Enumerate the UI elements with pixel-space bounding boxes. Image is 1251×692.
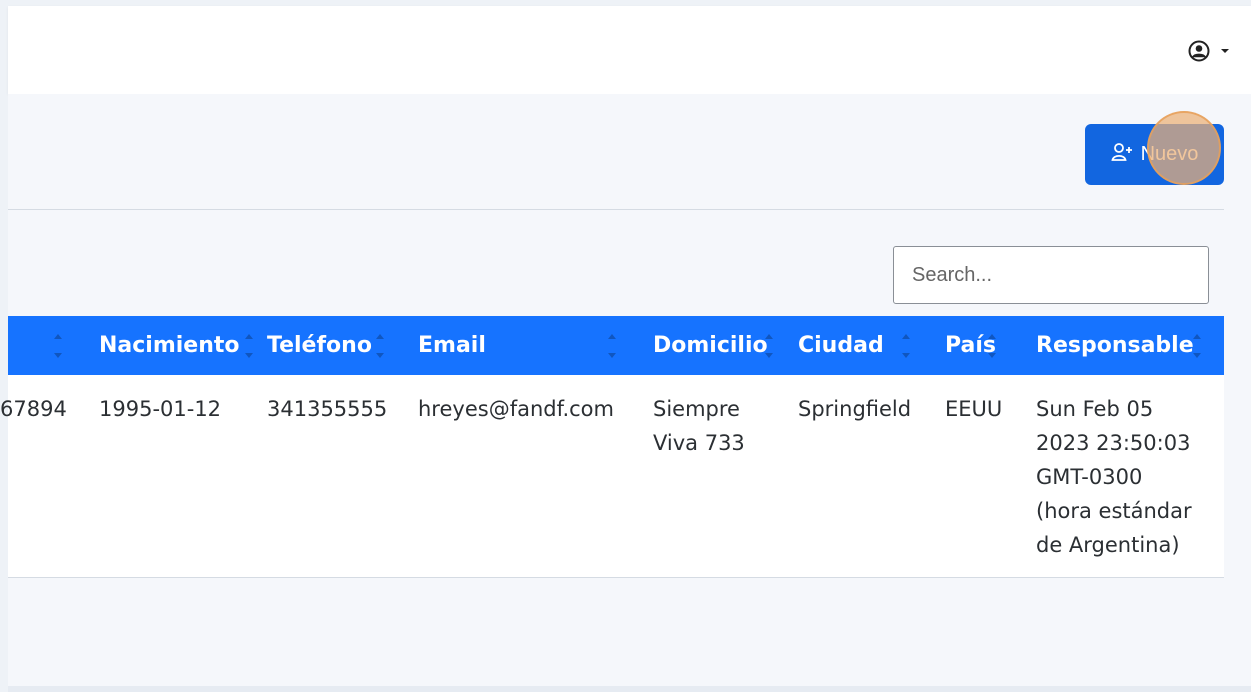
cell-domicilio: Siempre Viva 733 — [653, 392, 745, 460]
user-plus-icon — [1111, 142, 1135, 168]
cell-partial-id: 67894 — [0, 397, 67, 421]
cell-line: Viva 733 — [653, 431, 745, 455]
caret-down-icon[interactable] — [1220, 47, 1230, 55]
sort-icon[interactable] — [53, 332, 63, 360]
cell-email: hreyes@fandf.com — [418, 397, 614, 421]
search-input[interactable] — [893, 246, 1209, 304]
sort-icon[interactable] — [764, 332, 774, 360]
column-header-email[interactable]: Email — [418, 316, 486, 375]
cell-line: Sun Feb 05 — [1036, 397, 1154, 421]
sort-icon[interactable] — [901, 332, 911, 360]
section-divider — [8, 209, 1224, 210]
cell-ciudad: Springfield — [798, 397, 912, 421]
cell-line: Siempre — [653, 397, 740, 421]
column-header-nacimiento[interactable]: Nacimiento — [99, 316, 240, 375]
cell-line: GMT-0300 — [1036, 465, 1143, 489]
sort-icon[interactable] — [607, 332, 617, 360]
table-header-row: Nacimiento Teléfono Email Domicilio Ciud… — [8, 316, 1224, 375]
sort-icon[interactable] — [987, 332, 997, 360]
cell-nacimiento: 1995-01-12 — [99, 397, 222, 421]
page-bottom-edge — [8, 686, 1251, 692]
column-header-responsable[interactable]: Responsable — [1036, 316, 1194, 375]
column-header-domicilio[interactable]: Domicilio — [653, 316, 768, 375]
cell-responsable: Sun Feb 05 2023 23:50:03 GMT-0300 (hora … — [1036, 392, 1192, 562]
cell-line: de Argentina) — [1036, 533, 1180, 557]
cell-telefono: 341355555 — [267, 397, 388, 421]
sort-icon[interactable] — [375, 332, 385, 360]
table-row[interactable]: 67894 1995-01-12 341355555 hreyes@fandf.… — [0, 375, 1224, 578]
sort-icon[interactable] — [244, 332, 254, 360]
new-button-label: Nuevo — [1140, 143, 1199, 165]
column-header-telefono[interactable]: Teléfono — [267, 316, 372, 375]
cell-pais: EEUU — [945, 397, 1003, 421]
cell-line: (hora estándar — [1036, 499, 1192, 523]
cell-line: 2023 23:50:03 — [1036, 431, 1191, 455]
user-menu[interactable] — [1188, 36, 1230, 66]
new-button[interactable]: Nuevo — [1085, 124, 1224, 185]
user-circle-icon[interactable] — [1188, 40, 1210, 62]
top-navbar — [8, 6, 1251, 94]
sort-icon[interactable] — [1192, 332, 1202, 360]
column-header-ciudad[interactable]: Ciudad — [798, 316, 884, 375]
